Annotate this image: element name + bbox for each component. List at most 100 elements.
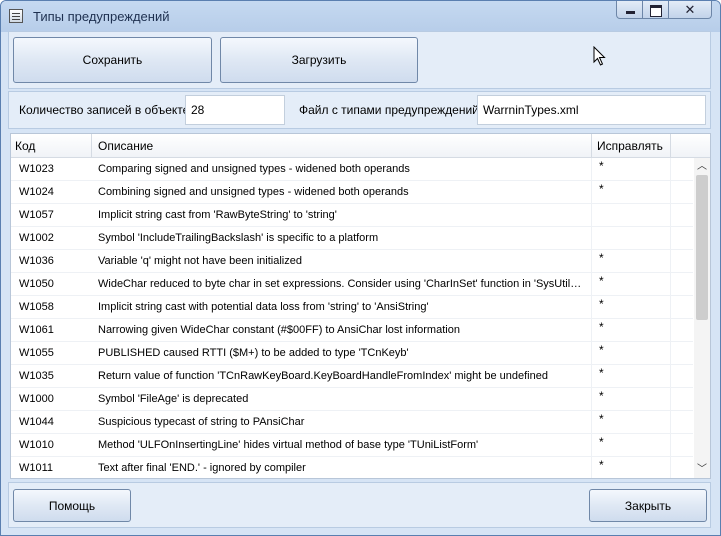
column-divider [670,227,671,250]
row-code: W1010 [19,439,54,451]
row-fix-flag: * [599,159,604,173]
table-row[interactable]: W1002 Symbol 'IncludeTrailingBackslash' i… [11,227,693,250]
column-divider [591,296,592,319]
row-code: W1024 [19,186,54,198]
help-button[interactable]: Помощь [13,489,131,522]
column-divider [670,411,671,434]
table-row[interactable]: W1035 Return value of function 'TCnRawKey… [11,365,693,388]
types-file-field[interactable]: WarrninTypes.xml [477,95,706,125]
table-row[interactable]: W1044 Suspicious typecast of string to PA… [11,411,693,434]
warnings-table[interactable]: Код Описание Исправлять W1023 Comparing s… [10,133,711,479]
row-description: Symbol 'FileAge' is deprecated [98,393,249,405]
column-divider [670,365,671,388]
column-divider [591,227,592,250]
column-divider [670,434,671,457]
scroll-down-icon[interactable]: ﹀ [694,461,710,478]
table-row[interactable]: W1036 Variable 'q' might not have been in… [11,250,693,273]
row-fix-flag: * [599,182,604,196]
minimize-icon[interactable] [616,1,643,19]
column-divider [591,411,592,434]
row-description: Comparing signed and unsigned types - wi… [98,163,410,175]
row-code: W1035 [19,370,54,382]
row-fix-flag: * [599,320,604,334]
table-row[interactable]: W1061 Narrowing given WideChar constant (… [11,319,693,342]
row-fix-flag: * [599,274,604,288]
column-divider [591,250,592,273]
table-row[interactable]: W1050 WideChar reduced to byte char in se… [11,273,693,296]
row-fix-flag: * [599,366,604,380]
column-divider [670,388,671,411]
row-description: Combining signed and unsigned types - wi… [98,186,409,198]
row-code: W1002 [19,232,54,244]
row-fix-flag: * [599,412,604,426]
row-fix-flag: * [599,458,604,472]
title-bar[interactable]: Типы предупреждений ✕ [1,1,720,32]
column-divider [591,181,592,204]
row-code: W1011 [19,462,54,474]
table-row[interactable]: W1011 Text after final 'END.' - ignored b… [11,457,693,478]
column-divider [591,342,592,365]
row-code: W1023 [19,163,54,175]
row-description: Narrowing given WideChar constant (#$00F… [98,324,460,336]
row-code: W1055 [19,347,54,359]
row-fix-flag: * [599,343,604,357]
column-header-code[interactable]: Код [11,134,92,158]
row-code: W1050 [19,278,54,290]
column-divider [670,296,671,319]
table-row[interactable]: W1000 Symbol 'FileAge' is deprecated * [11,388,693,411]
scroll-thumb[interactable] [696,175,708,320]
row-description: Text after final 'END.' - ignored by com… [98,462,306,474]
app-icon [9,9,23,23]
close-icon[interactable]: ✕ [669,1,712,19]
column-header-fix[interactable]: Исправлять [592,134,671,158]
scroll-up-icon[interactable]: ︿ [694,158,710,175]
table-row[interactable]: W1010 Method 'ULFOnInsertingLine' hides v… [11,434,693,457]
column-divider [670,250,671,273]
row-fix-flag [599,204,659,227]
row-fix-flag: * [599,251,604,265]
mouse-cursor-icon [593,46,606,66]
vertical-scrollbar[interactable]: ︿ ﹀ [694,158,710,478]
column-divider [591,434,592,457]
column-divider [670,158,671,181]
column-header-description[interactable]: Описание [92,134,592,158]
record-count-label: Количество записей в объекте [19,103,190,117]
column-divider [670,204,671,227]
row-code: W1057 [19,209,54,221]
row-description: Variable 'q' might not have been initial… [98,255,302,267]
table-row[interactable]: W1023 Comparing signed and unsigned types… [11,158,693,181]
row-fix-flag: * [599,435,604,449]
load-button[interactable]: Загрузить [220,37,418,83]
row-code: W1061 [19,324,54,336]
column-divider [591,457,592,478]
row-description: Symbol 'IncludeTrailingBackslash' is spe… [98,232,379,244]
row-description: Implicit string cast from 'RawByteString… [98,209,337,221]
column-divider [591,158,592,181]
column-divider [591,273,592,296]
column-divider [591,204,592,227]
row-description: Return value of function 'TCnRawKeyBoard… [98,370,548,382]
column-divider [670,319,671,342]
maximize-icon[interactable] [643,1,669,19]
column-divider [670,342,671,365]
table-header: Код Описание Исправлять [11,134,710,158]
save-button[interactable]: Сохранить [13,37,212,83]
row-fix-flag: * [599,389,604,403]
table-row[interactable]: W1057 Implicit string cast from 'RawByteS… [11,204,693,227]
row-description: PUBLISHED caused RTTI ($M+) to be added … [98,347,409,359]
row-description: Method 'ULFOnInsertingLine' hides virtua… [98,439,479,451]
window-title: Типы предупреждений [33,9,170,24]
row-code: W1044 [19,416,54,428]
table-row[interactable]: W1024 Combining signed and unsigned types… [11,181,693,204]
column-divider [591,365,592,388]
table-row[interactable]: W1058 Implicit string cast with potential… [11,296,693,319]
table-row[interactable]: W1055 PUBLISHED caused RTTI ($M+) to be a… [11,342,693,365]
close-button[interactable]: Закрыть [589,489,707,522]
types-file-label: Файл с типами предупреждений [299,103,479,117]
window-controls: ✕ [616,1,712,19]
table-body: W1023 Comparing signed and unsigned types… [11,158,693,478]
column-divider [670,181,671,204]
row-fix-flag [599,227,659,250]
record-count-field[interactable]: 28 [185,95,285,125]
row-description: Implicit string cast with potential data… [98,301,429,313]
